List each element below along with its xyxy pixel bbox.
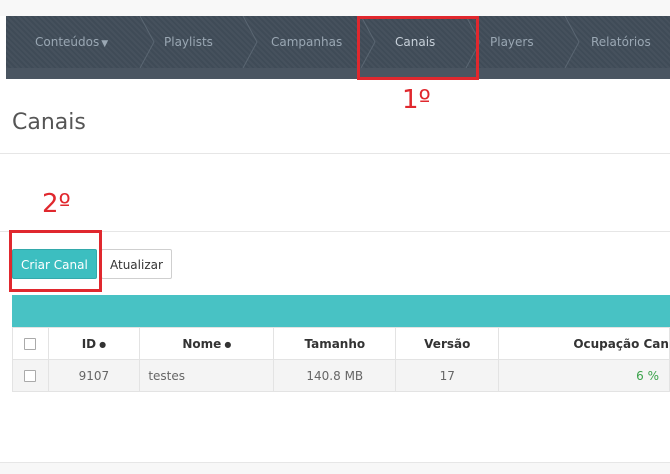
sort-icon: ● — [224, 339, 232, 349]
nav-item-label: Conteúdos — [35, 35, 100, 49]
nav-item-players[interactable]: Players — [490, 16, 534, 68]
chevron-separator-icon — [563, 16, 583, 68]
column-header-nome[interactable]: Nome ● — [139, 327, 275, 360]
row-select-cell — [12, 359, 49, 392]
nav-item-label: Campanhas — [271, 35, 343, 49]
cell-versao: 17 — [395, 359, 500, 392]
nav-item-conteudos[interactable]: Conteúdos ▼ — [35, 16, 108, 68]
nav-item-label: Playlists — [164, 35, 213, 49]
cell-ocupacao: 6 % — [498, 359, 670, 392]
cell-tamanho: 140.8 MB — [273, 359, 397, 392]
channels-table: ID● Nome● Tamanho Versão Ocupação Can — [12, 295, 670, 399]
nav-item-label: Relatórios — [591, 35, 651, 49]
main-navbar: Conteúdos ▼ Playlists Campanhas Canais Pl… — [6, 16, 670, 79]
column-label: Ocupação Can — [573, 336, 669, 351]
nav-item-campanhas[interactable]: Campanhas — [271, 16, 342, 68]
column-header-tamanho: Tamanho — [273, 327, 397, 360]
table-header-bar — [12, 295, 670, 327]
cell-nome: testes — [139, 359, 275, 392]
cell-id: 9107 — [47, 359, 141, 392]
table-row[interactable]: 9107 testes 140.8 MB 17 6 % — [12, 359, 670, 392]
select-all-cell — [12, 327, 49, 360]
chevron-separator-icon — [241, 16, 261, 68]
annotation-label-step2: 2º — [42, 189, 71, 219]
page: Conteúdos ▼ Playlists Campanhas Canais Pl… — [0, 0, 670, 474]
sort-icon: ● — [99, 339, 107, 349]
column-label: Tamanho — [304, 336, 366, 351]
top-strip — [0, 0, 670, 16]
nav-item-relatorios[interactable]: Relatórios — [591, 16, 651, 68]
table-header-row: ID ● Nome ● Tamanho Versão Ocupação Can — [12, 327, 670, 360]
nav-item-playlists[interactable]: Playlists — [164, 16, 213, 68]
column-header-id[interactable]: ID ● — [47, 327, 141, 360]
nav-item-label: Players — [490, 35, 534, 49]
column-header-ocupacao: Ocupação Can — [498, 327, 670, 360]
annotation-label-step1: 1º — [402, 85, 431, 115]
annotation-box-step1 — [357, 16, 479, 80]
divider — [0, 153, 670, 154]
chevron-separator-icon — [138, 16, 158, 68]
annotation-box-step2 — [9, 230, 102, 292]
caret-down-icon: ▼ — [101, 39, 109, 49]
bottom-strip — [0, 463, 670, 474]
refresh-button[interactable]: Atualizar — [101, 249, 172, 279]
select-all-checkbox[interactable] — [24, 338, 37, 350]
column-label: ID — [81, 336, 97, 351]
channels-grid: ID● Nome● Tamanho Versão Ocupação Can — [12, 327, 670, 392]
column-label: Versão — [424, 336, 471, 351]
column-label: Nome — [182, 336, 222, 351]
page-title: Canais — [12, 110, 86, 135]
column-header-versao: Versão — [395, 327, 500, 360]
row-checkbox[interactable] — [24, 370, 37, 382]
